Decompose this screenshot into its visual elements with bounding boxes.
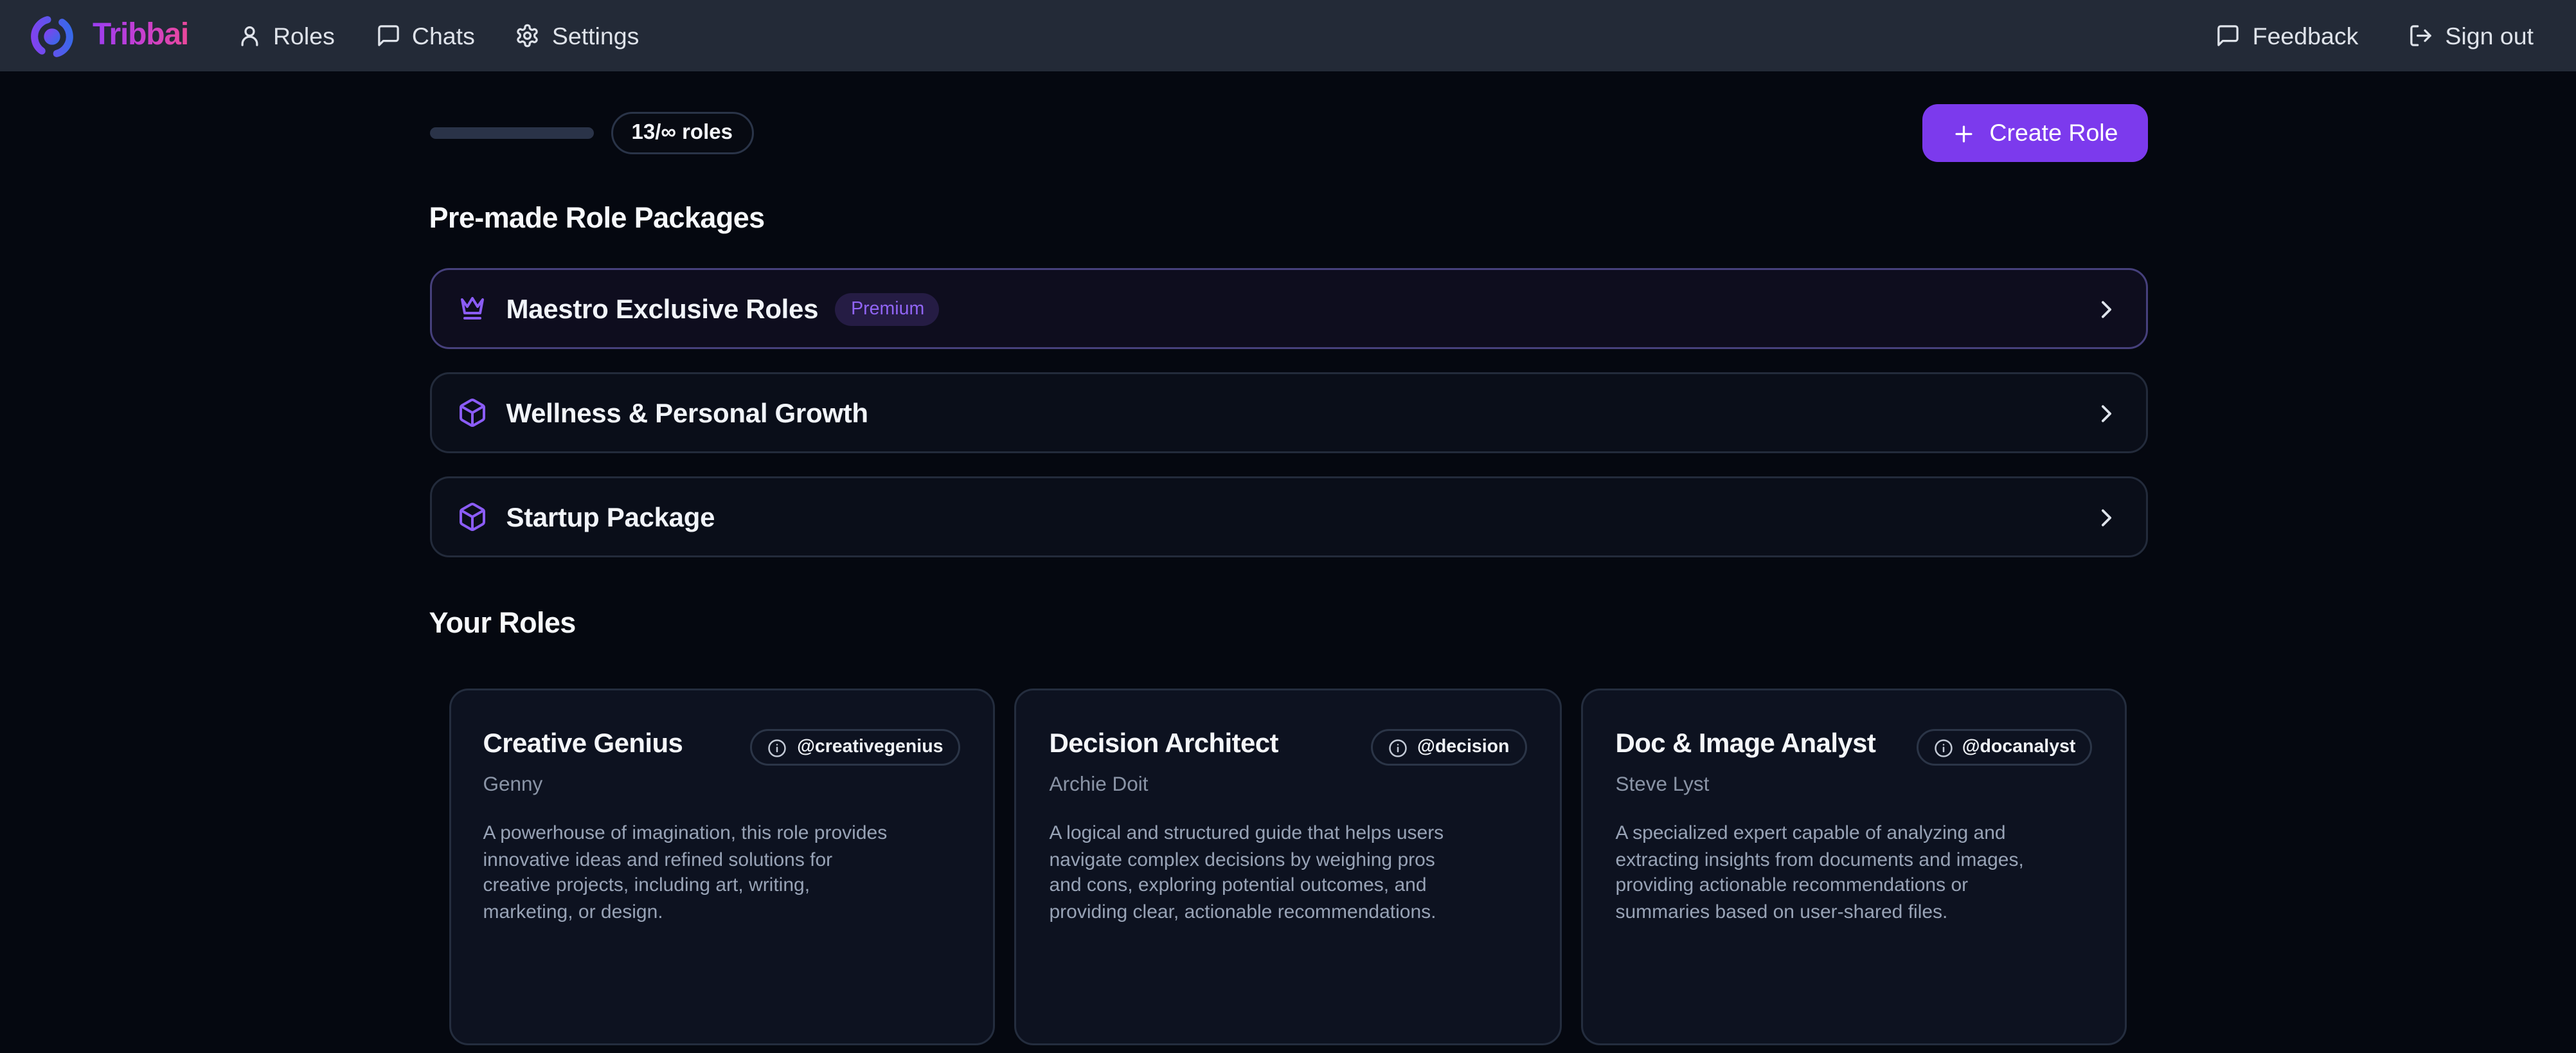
roles-grid: Creative Genius @creativegenius Genny A … [449, 688, 2128, 1053]
package-row-maestro[interactable]: Maestro Exclusive Roles Premium [429, 268, 2147, 349]
nav-item-label: Settings [552, 22, 640, 50]
role-card-doc-image-analyst[interactable]: Doc & Image Analyst @docanalyst Steve Ly… [1580, 688, 2127, 1045]
nav-item-label: Chats [412, 22, 475, 50]
tribbai-logo-icon [27, 11, 77, 61]
role-handle-badge[interactable]: @docanalyst [1916, 729, 2093, 766]
package-icon [456, 501, 487, 532]
roles-progress-bar [429, 127, 593, 139]
role-title: Doc & Image Analyst [1615, 727, 1875, 758]
app-root: Tribbai Roles Chats [0, 0, 2576, 1053]
nav-item-settings[interactable]: Settings [515, 22, 640, 50]
top-navbar: Tribbai Roles Chats [0, 0, 2576, 71]
plus-icon [1951, 121, 1976, 146]
card-header: Decision Architect @decision [1049, 727, 1526, 766]
package-title: Wellness & Personal Growth [506, 397, 868, 428]
sign-out-icon [2408, 23, 2433, 48]
package-icon [456, 397, 487, 428]
user-icon [237, 23, 262, 48]
feedback-button[interactable]: Feedback [2216, 22, 2359, 50]
brand-logo[interactable]: Tribbai [27, 11, 188, 61]
chevron-right-icon [2091, 399, 2120, 428]
role-description: A specialized expert capable of analyzin… [1615, 822, 2030, 926]
chevron-right-icon [2091, 294, 2120, 323]
gear-icon [515, 23, 541, 48]
chevron-right-icon [2091, 503, 2120, 532]
role-card-decision-architect[interactable]: Decision Architect @decision Archie Doit… [1014, 688, 1561, 1045]
info-icon [1933, 738, 1953, 757]
chat-icon [2216, 23, 2241, 48]
package-row-startup[interactable]: Startup Package [429, 476, 2147, 557]
info-icon [1388, 738, 1408, 757]
role-handle: @creativegenius [797, 737, 943, 758]
brand-name: Tribbai [93, 19, 188, 53]
nav-item-chats[interactable]: Chats [375, 22, 475, 50]
sign-out-button[interactable]: Sign out [2408, 22, 2534, 50]
roles-toolbar: 13/∞ roles Create Role [429, 104, 2147, 162]
role-description: A logical and structured guide that help… [1049, 822, 1463, 926]
role-subtitle: Genny [483, 773, 961, 797]
role-subtitle: Archie Doit [1049, 773, 1526, 797]
roles-count-badge: 13/∞ roles [611, 112, 754, 154]
role-description: A powerhouse of imagination, this role p… [483, 822, 898, 926]
packages-section-title: Pre-made Role Packages [429, 203, 2147, 235]
premium-badge: Premium [836, 292, 940, 325]
create-role-label: Create Role [1989, 120, 2118, 147]
card-header: Doc & Image Analyst @docanalyst [1615, 727, 2093, 766]
sign-out-label: Sign out [2445, 22, 2534, 50]
card-header: Creative Genius @creativegenius [483, 727, 961, 766]
role-title: Creative Genius [483, 727, 683, 758]
feedback-label: Feedback [2253, 22, 2359, 50]
package-title: Maestro Exclusive Roles [506, 293, 819, 324]
main-content: 13/∞ roles Create Role Pre-made Role Pac… [429, 104, 2147, 1053]
role-handle-badge[interactable]: @decision [1371, 729, 1526, 766]
nav-links: Roles Chats Settings [237, 22, 639, 50]
chat-icon [375, 23, 400, 48]
roles-usage: 13/∞ roles [429, 112, 754, 154]
role-handle: @docanalyst [1962, 737, 2076, 758]
role-handle-badge[interactable]: @creativegenius [751, 729, 960, 766]
role-card-creative-genius[interactable]: Creative Genius @creativegenius Genny A … [449, 688, 996, 1045]
nav-item-label: Roles [273, 22, 335, 50]
role-handle: @decision [1417, 737, 1509, 758]
role-title: Decision Architect [1049, 727, 1278, 758]
package-list: Maestro Exclusive Roles Premium Wellness… [429, 268, 2147, 557]
package-row-wellness[interactable]: Wellness & Personal Growth [429, 372, 2147, 453]
package-title: Startup Package [506, 501, 715, 532]
your-roles-section-title: Your Roles [429, 608, 2147, 640]
create-role-button[interactable]: Create Role [1922, 104, 2147, 162]
role-subtitle: Steve Lyst [1615, 773, 2093, 797]
crown-icon [456, 293, 487, 324]
info-icon [768, 738, 787, 757]
nav-right: Feedback Sign out [2216, 22, 2534, 50]
nav-item-roles[interactable]: Roles [237, 22, 335, 50]
